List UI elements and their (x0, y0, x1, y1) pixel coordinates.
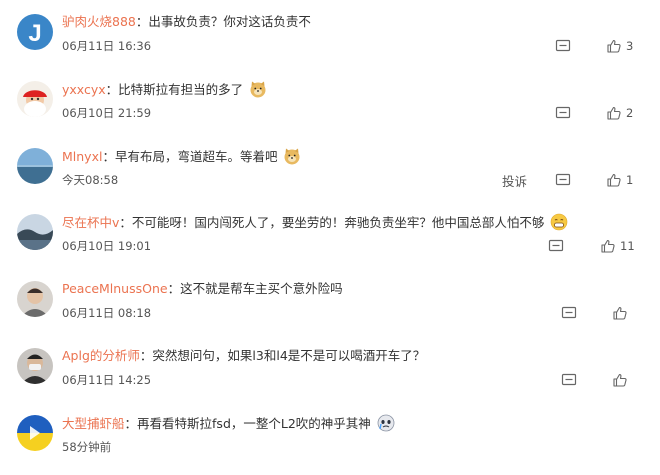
comment-time: 58分钟前 (62, 440, 112, 454)
sea-landscape-avatar[interactable] (17, 148, 53, 184)
comment-username[interactable]: 驴肉火烧888 (62, 14, 136, 29)
colon-separator: ： (105, 82, 119, 97)
grin-emoji-icon (550, 213, 568, 231)
colon-separator: ： (139, 348, 153, 363)
like-button[interactable]: 1 (606, 171, 633, 189)
like-button[interactable]: 2 (606, 104, 633, 122)
flag-avatar[interactable] (17, 415, 53, 451)
comment-icon (561, 305, 577, 321)
comment-text: 这不就是帮车主买个意外险吗 (180, 281, 343, 296)
colon-separator: ： (119, 215, 132, 230)
like-button[interactable]: 11 (600, 237, 635, 255)
like-button[interactable]: 3 (606, 37, 633, 55)
report-button[interactable]: 投诉 (502, 171, 527, 189)
svg-text:J: J (28, 20, 41, 47)
comment-text: 不可能呀！国内闯死人了，要坐劳的！奔驰负责坐牢？他中国总部人怕不够 (131, 215, 545, 230)
like-count: 1 (626, 173, 634, 187)
reply-button[interactable] (555, 104, 571, 122)
reply-button[interactable] (555, 171, 571, 189)
like-button[interactable] (612, 371, 632, 389)
cry-emoji-icon (377, 414, 395, 432)
thumbs-up-icon (606, 38, 622, 54)
letter-j-avatar[interactable]: J (17, 14, 53, 50)
thumbs-up-icon (606, 172, 622, 188)
doge-emoji-icon (249, 80, 267, 98)
comment-username[interactable]: PeaceMlnussOne (62, 281, 168, 296)
comment-item: Mlnyxl：早有布局，弯道超车。等着吧 今天08:58 投诉 1 (0, 134, 660, 202)
comment-icon (555, 105, 571, 121)
comment-item: yxxcyx：比特斯拉有担当的多了 06月10日 21:59 2 (0, 67, 660, 135)
comment-text: 再看看特斯拉fsd，一整个L2吹的神乎其神 (137, 416, 371, 431)
thumbs-up-icon (612, 372, 628, 388)
comment-username[interactable]: 大型捕虾船 (62, 416, 125, 431)
comment-text: 突然想问句，如果l3和l4是不是可以喝酒开车了？ (152, 348, 426, 363)
comment-icon (555, 172, 571, 188)
comment-username[interactable]: 尽在杯中v (62, 215, 119, 230)
like-count: 3 (626, 39, 634, 53)
reply-button[interactable] (561, 371, 577, 389)
thumbs-up-icon (612, 305, 628, 321)
person-avatar[interactable] (17, 281, 53, 317)
comment-text: 早有布局，弯道超车。等着吧 (114, 149, 278, 164)
comment-item: J 驴肉火烧888：出事故负责？你对这话负责不 06月11日 16:36 3 (0, 0, 660, 68)
comment-text: 出事故负责？你对这话负责不 (148, 14, 311, 29)
lake-landscape-avatar[interactable] (17, 214, 53, 250)
like-button[interactable] (612, 304, 632, 322)
comment-time: 06月10日 19:01 (62, 239, 152, 253)
like-count: 2 (626, 106, 634, 120)
comment-time: 06月11日 14:25 (62, 373, 152, 387)
thumbs-up-icon (600, 238, 616, 254)
reply-button[interactable] (561, 304, 577, 322)
colon-separator: ： (124, 416, 138, 431)
comment-item: PeaceMlnussOne：这不就是帮车主买个意外险吗 06月11日 08:1… (0, 267, 660, 335)
comment-time: 06月10日 21:59 (62, 106, 152, 120)
reply-button[interactable] (555, 37, 571, 55)
comment-username[interactable]: Aplg的分析师 (62, 348, 140, 363)
colon-separator: ： (167, 281, 181, 296)
doge-emoji-icon (283, 147, 301, 165)
colon-separator: ： (102, 149, 115, 164)
reply-button[interactable] (548, 237, 564, 255)
colon-separator: ： (135, 14, 149, 29)
like-count: 11 (620, 239, 635, 253)
masked-person-avatar[interactable] (17, 348, 53, 384)
santa-avatar[interactable] (17, 81, 53, 117)
comment-username[interactable]: Mlnyxl (62, 149, 102, 164)
comment-username[interactable]: yxxcyx (62, 82, 106, 97)
comment-list: J 驴肉火烧888：出事故负责？你对这话负责不 06月11日 16:36 3 y… (0, 0, 660, 475)
comment-item: 尽在杯中v：不可能呀！国内闯死人了，要坐劳的！奔驰负责坐牢？他中国总部人怕不够 … (0, 200, 660, 268)
report-label: 投诉 (502, 173, 528, 189)
comment-time: 06月11日 16:36 (62, 39, 152, 53)
comment-icon (561, 372, 577, 388)
comment-item: Aplg的分析师：突然想问句，如果l3和l4是不是可以喝酒开车了？ 06月11日… (0, 334, 660, 402)
comment-time: 06月11日 08:18 (62, 306, 152, 320)
comment-icon (548, 238, 564, 254)
comment-text: 比特斯拉有担当的多了 (118, 82, 244, 97)
thumbs-up-icon (606, 105, 622, 121)
comment-time: 今天08:58 (62, 173, 119, 187)
comment-icon (555, 38, 571, 54)
comment-item: 大型捕虾船：再看看特斯拉fsd，一整个L2吹的神乎其神 58分钟前 (0, 401, 660, 469)
